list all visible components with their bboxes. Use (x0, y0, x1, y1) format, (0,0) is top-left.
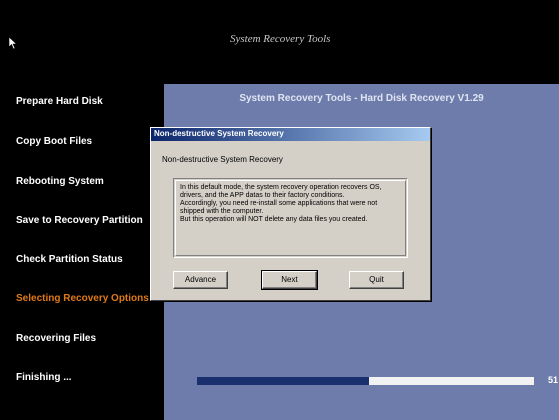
recovery-dialog: Non-destructive System Recovery Non-dest… (150, 127, 431, 301)
message-line: Accordingly, you need re-install some ap… (180, 200, 378, 207)
top-bar: System Recovery Tools (0, 0, 559, 84)
steps-sidebar: Prepare Hard Disk Copy Boot Files Reboot… (0, 84, 164, 420)
progress-bar (197, 377, 534, 385)
message-line: drivers, and the APP datas to their fact… (180, 192, 345, 199)
next-button[interactable]: Next (261, 270, 318, 290)
message-text: In this default mode, the system recover… (180, 184, 402, 224)
step-check-partition-status: Check Partition Status (16, 254, 123, 265)
message-line: shipped with the computer. (180, 208, 264, 215)
step-finishing: Finishing ... (16, 372, 72, 383)
dialog-title-bar[interactable]: Non-destructive System Recovery (151, 128, 430, 141)
app-title: System Recovery Tools (230, 33, 331, 45)
step-selecting-recovery-options: Selecting Recovery Options (16, 293, 149, 304)
progress-fill (197, 377, 369, 385)
progress-percent: 51 (548, 375, 559, 385)
dialog-subtitle: Non-destructive System Recovery (162, 155, 283, 164)
message-line: But this operation will NOT delete any d… (180, 216, 368, 223)
step-save-to-recovery-partition: Save to Recovery Partition (16, 215, 143, 226)
message-line: In this default mode, the system recover… (180, 184, 382, 191)
advance-button[interactable]: Advance (173, 271, 228, 289)
mouse-pointer-icon (9, 37, 17, 49)
quit-button[interactable]: Quit (349, 271, 404, 289)
step-rebooting-system: Rebooting System (16, 176, 104, 187)
step-prepare-hard-disk: Prepare Hard Disk (16, 96, 103, 107)
step-copy-boot-files: Copy Boot Files (16, 136, 93, 147)
step-recovering-files: Recovering Files (16, 333, 97, 344)
dialog-title: Non-destructive System Recovery (154, 129, 284, 138)
main-title: System Recovery Tools - Hard Disk Recove… (239, 93, 484, 104)
message-box: In this default mode, the system recover… (173, 178, 408, 258)
